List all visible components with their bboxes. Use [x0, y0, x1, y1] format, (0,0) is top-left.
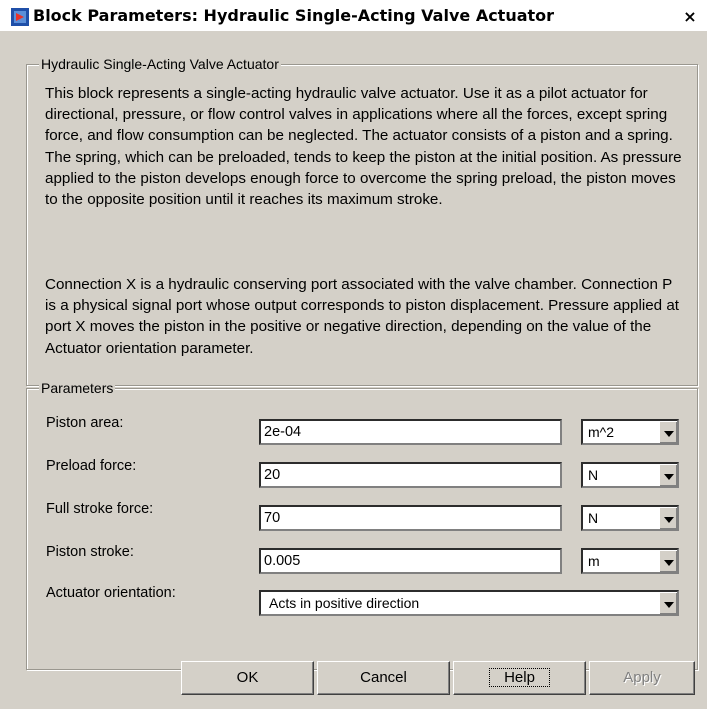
piston-area-unit-value: m^2	[588, 424, 615, 440]
full-stroke-force-unit-value: N	[588, 510, 599, 526]
piston-area-label: Piston area:	[46, 415, 124, 431]
chevron-down-icon[interactable]	[659, 464, 677, 486]
simulink-block-icon	[11, 8, 29, 26]
chevron-down-icon[interactable]	[659, 592, 677, 614]
full-stroke-force-label: Full stroke force:	[46, 501, 154, 517]
apply-button-label: Apply	[623, 669, 661, 686]
cancel-button[interactable]: Cancel	[317, 661, 450, 695]
chevron-down-icon[interactable]	[659, 550, 677, 572]
close-icon[interactable]: ×	[681, 8, 699, 26]
actuator-orientation-label: Actuator orientation:	[46, 585, 176, 601]
description-paragraph-1: This block represents a single-acting hy…	[45, 85, 682, 209]
chevron-down-icon[interactable]	[659, 507, 677, 529]
preload-force-unit-value: N	[588, 467, 599, 483]
full-stroke-force-input[interactable]: 70	[259, 505, 562, 531]
help-button[interactable]: Help	[453, 661, 586, 695]
actuator-orientation-value: Acts in positive direction	[269, 595, 420, 611]
piston-stroke-input[interactable]: 0.005	[259, 548, 562, 574]
title-bar: Block Parameters: Hydraulic Single-Actin…	[0, 0, 707, 32]
parameters-group: Parameters Piston area: 2e-04 m^2 Preloa…	[26, 380, 698, 670]
piston-stroke-unit-value: m	[588, 553, 600, 569]
parameters-group-title: Parameters	[39, 380, 116, 396]
help-button-label: Help	[489, 668, 550, 687]
window-title: Block Parameters: Hydraulic Single-Actin…	[33, 6, 555, 25]
cancel-button-label: Cancel	[360, 669, 407, 686]
piston-area-input[interactable]: 2e-04	[259, 419, 562, 445]
dialog-body: Hydraulic Single-Acting Valve Actuator T…	[0, 32, 707, 709]
description-paragraph-2: Connection X is a hydraulic conserving p…	[45, 276, 680, 357]
ok-button[interactable]: OK	[181, 661, 314, 695]
description-group-title: Hydraulic Single-Acting Valve Actuator	[39, 56, 281, 72]
piston-stroke-label: Piston stroke:	[46, 544, 134, 560]
preload-force-input[interactable]: 20	[259, 462, 562, 488]
piston-area-unit-select[interactable]: m^2	[581, 419, 679, 445]
chevron-down-icon[interactable]	[659, 421, 677, 443]
description-group: Hydraulic Single-Acting Valve Actuator T…	[26, 56, 698, 386]
full-stroke-force-unit-select[interactable]: N	[581, 505, 679, 531]
preload-force-label: Preload force:	[46, 458, 137, 474]
ok-button-label: OK	[236, 669, 259, 686]
piston-stroke-unit-select[interactable]: m	[581, 548, 679, 574]
apply-button[interactable]: Apply	[589, 661, 695, 695]
actuator-orientation-select[interactable]: Acts in positive direction	[259, 590, 679, 616]
preload-force-unit-select[interactable]: N	[581, 462, 679, 488]
